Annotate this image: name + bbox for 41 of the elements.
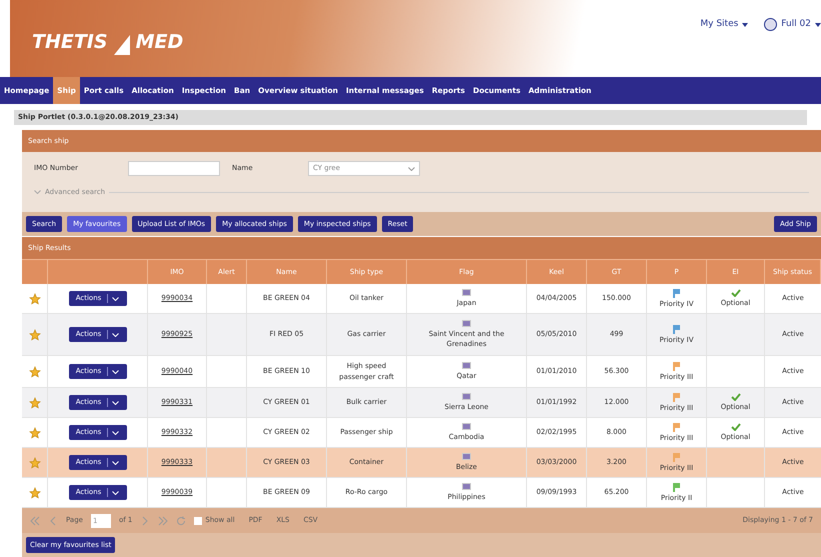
first-page-icon[interactable] xyxy=(30,516,40,526)
imo-input-field[interactable] xyxy=(128,161,220,176)
caret-icon xyxy=(815,22,821,27)
star-icon[interactable] xyxy=(28,456,40,468)
chevron-icon xyxy=(112,296,120,300)
chevron-icon xyxy=(112,332,120,336)
check-icon xyxy=(730,392,740,401)
caret-icon xyxy=(742,22,748,27)
sail-icon xyxy=(112,32,132,56)
logo-text: THETIS xyxy=(32,30,108,55)
flag-icon xyxy=(462,362,471,369)
show-all-checkbox[interactable] xyxy=(194,516,202,524)
chevron-icon xyxy=(112,490,120,494)
refresh-icon[interactable] xyxy=(176,516,186,526)
chevron-icon xyxy=(112,370,120,374)
star-icon[interactable] xyxy=(28,426,40,438)
logo-text: MED xyxy=(136,30,184,55)
next-page-icon[interactable] xyxy=(140,516,150,526)
chevron-icon xyxy=(34,190,41,194)
star-icon[interactable] xyxy=(28,292,40,304)
check-icon xyxy=(730,422,740,431)
my-sites-menu[interactable]: My Sites xyxy=(700,18,738,32)
flag-icon xyxy=(462,422,471,430)
star-icon[interactable] xyxy=(28,396,40,408)
user-avatar-icon xyxy=(764,18,778,32)
flag-icon xyxy=(462,320,471,326)
flag-icon xyxy=(462,452,471,460)
user-menu[interactable]: Full 02 xyxy=(781,18,811,32)
chevron-icon xyxy=(408,166,415,170)
chevron-icon xyxy=(112,400,120,404)
check-icon xyxy=(730,288,740,297)
chevron-icon xyxy=(112,430,120,434)
flag-icon xyxy=(462,482,471,490)
star-icon[interactable] xyxy=(28,328,40,340)
star-icon[interactable] xyxy=(28,486,40,498)
star-icon[interactable] xyxy=(28,366,40,378)
previous-page-icon[interactable] xyxy=(48,516,58,526)
chevron-icon xyxy=(112,460,120,464)
flag-icon xyxy=(462,392,471,400)
flag-icon xyxy=(462,288,471,296)
last-page-icon[interactable] xyxy=(158,516,168,526)
